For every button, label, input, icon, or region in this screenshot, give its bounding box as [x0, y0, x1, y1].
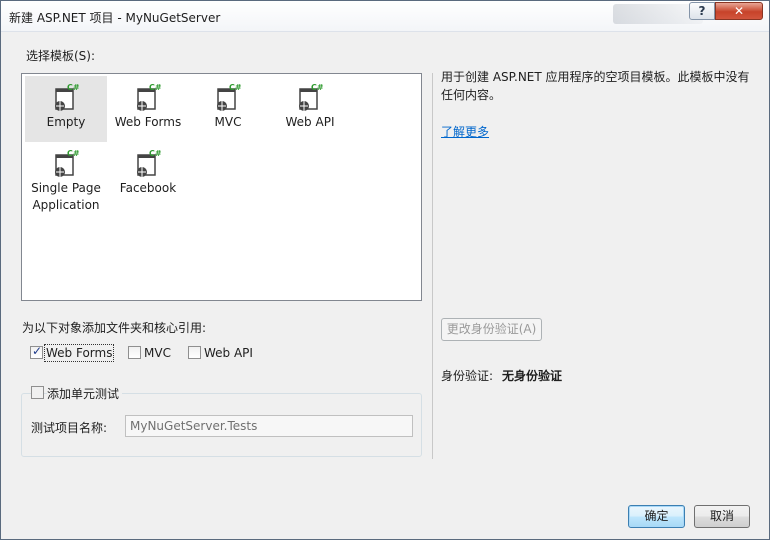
close-button[interactable]: ✕ [715, 2, 763, 20]
web-forms-option-label[interactable]: Web Forms [43, 344, 115, 362]
template-single-page-application[interactable]: C# Single Page Application [25, 142, 107, 222]
template-web-api[interactable]: C# Web API [269, 76, 351, 142]
svg-text:C#: C# [229, 83, 241, 92]
authentication-label: 身份验证: [441, 369, 494, 383]
template-facebook-label: Facebook [119, 181, 177, 195]
template-list[interactable]: C# Empty C# Web Forms C# MVC C# Web API … [21, 73, 422, 301]
window-title: 新建 ASP.NET 项目 - MyNuGetServer [9, 11, 221, 25]
web-project-csharp-icon: C# [187, 82, 269, 112]
svg-text:C#: C# [149, 149, 161, 158]
template-facebook[interactable]: C# Facebook [107, 142, 189, 208]
change-authentication-button[interactable]: 更改身份验证(A) [441, 318, 542, 341]
test-project-name-label: 测试项目名称: [31, 421, 108, 435]
svg-text:C#: C# [67, 149, 79, 158]
checkmark-icon: ✓ [32, 344, 43, 358]
template-mvc[interactable]: C# MVC [187, 76, 269, 142]
template-list-label: 选择模板(S): [26, 49, 96, 63]
web-project-csharp-icon: C# [269, 82, 351, 112]
help-button[interactable]: ? [689, 2, 715, 20]
template-mvc-label: MVC [214, 115, 242, 129]
svg-text:C#: C# [149, 83, 161, 92]
web-api-checkbox[interactable] [188, 346, 201, 359]
template-description: 用于创建 ASP.NET 应用程序的空项目模板。此模板中没有任何内容。 [441, 70, 750, 102]
add-unit-test-checkbox[interactable] [31, 386, 44, 399]
title-bar[interactable]: 新建 ASP.NET 项目 - MyNuGetServer ? ✕ [1, 1, 769, 32]
new-aspnet-project-dialog: 新建 ASP.NET 项目 - MyNuGetServer ? ✕ 选择模板(S… [0, 0, 770, 540]
test-project-name-field[interactable]: MyNuGetServer.Tests [125, 415, 413, 437]
folders-label: 为以下对象添加文件夹和核心引用: [22, 321, 207, 335]
add-unit-test-label[interactable]: 添加单元测试 [47, 385, 123, 402]
web-api-option-label[interactable]: Web API [204, 346, 253, 360]
template-empty-label: Empty [46, 115, 86, 129]
web-project-csharp-icon: C# [107, 148, 189, 178]
mvc-option-label[interactable]: MVC [144, 346, 171, 360]
learn-more-link[interactable]: 了解更多 [441, 123, 489, 140]
web-project-csharp-icon: C# [25, 82, 107, 112]
mvc-checkbox[interactable] [128, 346, 141, 359]
template-single-page-application-label: Single Page Application [31, 181, 101, 212]
template-web-forms-label: Web Forms [114, 115, 182, 129]
web-project-csharp-icon: C# [25, 148, 107, 178]
svg-text:C#: C# [311, 83, 323, 92]
vertical-divider [432, 73, 433, 459]
authentication-value: 无身份验证 [502, 369, 563, 383]
web-project-csharp-icon: C# [107, 82, 189, 112]
cancel-button[interactable]: 取消 [694, 505, 750, 528]
ok-button[interactable]: 确定 [628, 505, 685, 528]
template-web-forms[interactable]: C# Web Forms [107, 76, 189, 142]
web-forms-checkbox[interactable]: ✓ [30, 344, 43, 359]
svg-text:C#: C# [67, 83, 79, 92]
template-empty[interactable]: C# Empty [25, 76, 107, 142]
template-web-api-label: Web API [285, 115, 335, 129]
